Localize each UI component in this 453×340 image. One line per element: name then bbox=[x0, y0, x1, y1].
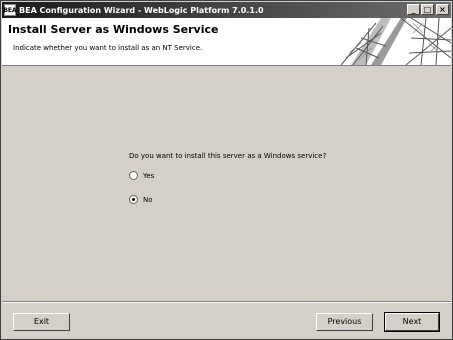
minimize-button[interactable]: _ bbox=[407, 4, 420, 15]
option-no-label: No bbox=[143, 195, 153, 204]
page-title: Install Server as Windows Service bbox=[8, 23, 219, 36]
wizard-header: Install Server as Windows Service Indica… bbox=[2, 18, 451, 66]
footer-divider bbox=[2, 301, 451, 303]
header-banner-art bbox=[311, 18, 451, 65]
option-yes-label: Yes bbox=[143, 171, 155, 180]
close-button[interactable]: × bbox=[436, 4, 449, 15]
option-no[interactable]: No bbox=[129, 195, 153, 204]
window-controls: _ □ × bbox=[406, 4, 449, 15]
bea-logo-icon: BEA bbox=[3, 4, 17, 16]
option-yes[interactable]: Yes bbox=[129, 171, 154, 180]
title-bar[interactable]: BEA BEA Configuration Wizard - WebLogic … bbox=[2, 2, 451, 18]
previous-button[interactable]: Previous bbox=[316, 313, 373, 331]
wizard-window: BEA BEA Configuration Wizard - WebLogic … bbox=[0, 0, 453, 340]
window-title: BEA Configuration Wizard - WebLogic Plat… bbox=[19, 5, 264, 15]
wizard-content: Do you want to install this server as a … bbox=[2, 66, 451, 300]
install-service-question: Do you want to install this server as a … bbox=[129, 152, 327, 160]
page-subtitle: Indicate whether you want to install as … bbox=[13, 44, 203, 52]
exit-button[interactable]: Exit bbox=[13, 313, 70, 331]
next-button[interactable]: Next bbox=[384, 312, 440, 332]
maximize-button[interactable]: □ bbox=[421, 4, 434, 15]
radio-yes[interactable] bbox=[129, 171, 138, 180]
radio-no[interactable] bbox=[129, 195, 138, 204]
